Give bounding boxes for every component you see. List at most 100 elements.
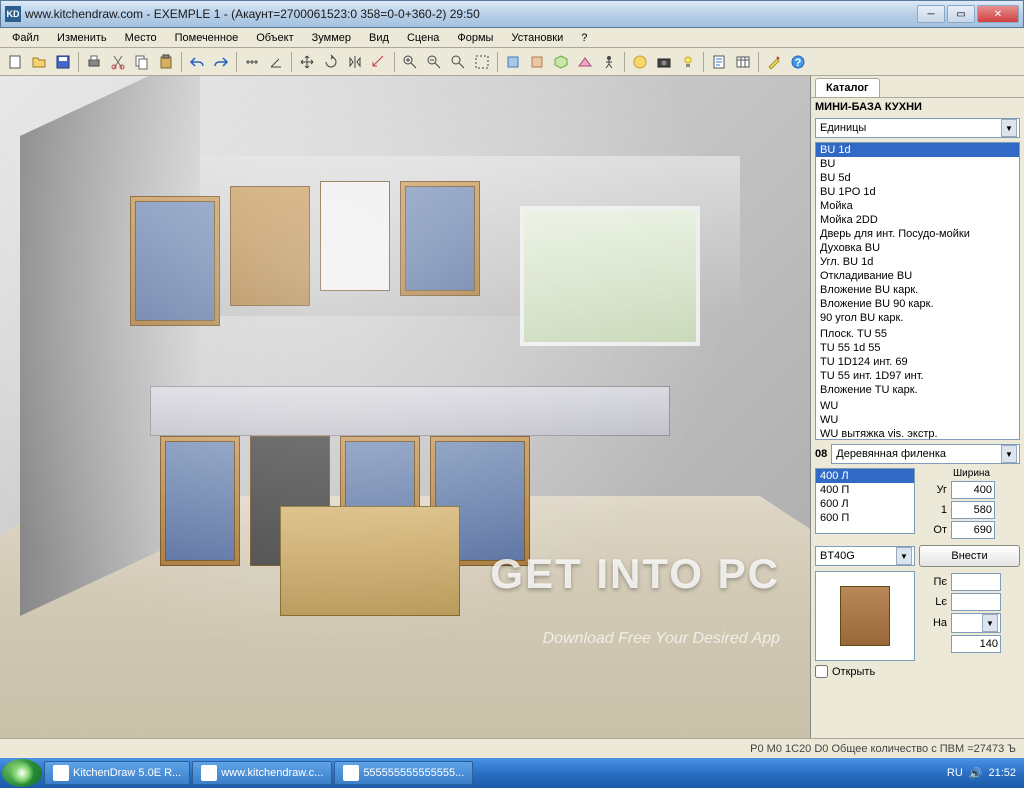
watermark-subtitle: Download Free Your Desired App bbox=[543, 630, 780, 648]
ot-input[interactable] bbox=[951, 521, 995, 539]
list-item[interactable]: Угл. BU 1d bbox=[816, 255, 1019, 269]
zoom-window-icon[interactable] bbox=[471, 51, 493, 73]
table-icon[interactable] bbox=[732, 51, 754, 73]
list-item[interactable]: Мойка 2DD bbox=[816, 213, 1019, 227]
rotate-icon[interactable] bbox=[320, 51, 342, 73]
redo-icon[interactable] bbox=[210, 51, 232, 73]
open-checkbox[interactable] bbox=[815, 665, 828, 678]
list-item[interactable]: Плоск. TU 55 bbox=[816, 327, 1019, 341]
taskbar-item[interactable]: KitchenDraw 5.0E R... bbox=[44, 761, 190, 785]
tray-time[interactable]: 21:52 bbox=[988, 767, 1016, 779]
render-icon[interactable] bbox=[629, 51, 651, 73]
mirror-icon[interactable] bbox=[344, 51, 366, 73]
light-icon[interactable] bbox=[677, 51, 699, 73]
list-item[interactable]: TU 55 1d 55 bbox=[816, 341, 1019, 355]
dimension-icon[interactable] bbox=[368, 51, 390, 73]
menu-вид[interactable]: Вид bbox=[361, 30, 397, 46]
cut-icon[interactable] bbox=[107, 51, 129, 73]
list-item[interactable]: BU 1d bbox=[816, 143, 1019, 157]
size-item[interactable]: 400 П bbox=[816, 483, 914, 497]
view-perspective-icon[interactable] bbox=[574, 51, 596, 73]
menu-объект[interactable]: Объект bbox=[248, 30, 301, 46]
zoom-in-icon[interactable] bbox=[399, 51, 421, 73]
paste-icon[interactable] bbox=[155, 51, 177, 73]
category-dropdown[interactable]: Единицы bbox=[815, 118, 1020, 138]
list-item[interactable]: WU bbox=[816, 399, 1019, 413]
print-icon[interactable] bbox=[83, 51, 105, 73]
list-item[interactable]: WU вытяжка vis. экстр. bbox=[816, 427, 1019, 440]
menu-изменить[interactable]: Изменить bbox=[49, 30, 115, 46]
tab-catalog[interactable]: Каталог bbox=[815, 78, 880, 97]
na-dropdown[interactable] bbox=[951, 613, 1001, 633]
model-code-dropdown[interactable]: BT40G bbox=[815, 546, 915, 566]
taskbar-item[interactable]: 555555555555555... bbox=[334, 761, 473, 785]
open-label: Открыть bbox=[832, 666, 875, 678]
list-item[interactable]: WU bbox=[816, 413, 1019, 427]
list-item[interactable]: Вложение TU карк. bbox=[816, 383, 1019, 397]
preview-thumbnail bbox=[815, 571, 915, 661]
finish-dropdown[interactable]: Деревянная филенка bbox=[831, 444, 1020, 464]
zoom-fit-icon[interactable] bbox=[447, 51, 469, 73]
list-item[interactable]: Дверь для инт. Посудо-мойки bbox=[816, 227, 1019, 241]
size-item[interactable]: 600 П bbox=[816, 511, 914, 525]
list-item[interactable]: Вложение BU карк. bbox=[816, 283, 1019, 297]
view-front-icon[interactable] bbox=[526, 51, 548, 73]
sizes-listbox[interactable]: 400 Л400 П600 Л600 П bbox=[815, 468, 915, 534]
menu-зуммер[interactable]: Зуммер bbox=[304, 30, 359, 46]
l-input[interactable] bbox=[951, 593, 1001, 611]
taskbar-item[interactable]: www.kitchendraw.c... bbox=[192, 761, 332, 785]
maximize-button[interactable]: ▭ bbox=[947, 5, 975, 23]
tray-lang[interactable]: RU bbox=[947, 767, 963, 779]
depth-input[interactable] bbox=[951, 501, 995, 519]
svg-text:?: ? bbox=[795, 57, 802, 69]
close-button[interactable]: ✕ bbox=[977, 5, 1019, 23]
move-icon[interactable] bbox=[296, 51, 318, 73]
size-item[interactable]: 400 Л bbox=[816, 469, 914, 483]
camera-icon[interactable] bbox=[653, 51, 675, 73]
menu-файл[interactable]: Файл bbox=[4, 30, 47, 46]
items-listbox[interactable]: BU 1dBUBU 5dBU 1PO 1dМойкаМойка 2DDДверь… bbox=[815, 142, 1020, 440]
help-icon[interactable]: ? bbox=[787, 51, 809, 73]
menu-сцена[interactable]: Сцена bbox=[399, 30, 447, 46]
menu-формы[interactable]: Формы bbox=[449, 30, 501, 46]
wizard-icon[interactable] bbox=[763, 51, 785, 73]
list-item[interactable]: TU 1D124 инт. 69 bbox=[816, 355, 1019, 369]
estimate-icon[interactable] bbox=[708, 51, 730, 73]
open-icon[interactable] bbox=[28, 51, 50, 73]
tray-network-icon[interactable]: 🔊 bbox=[969, 767, 983, 780]
list-item[interactable]: Духовка BU bbox=[816, 241, 1019, 255]
list-item[interactable]: BU 5d bbox=[816, 171, 1019, 185]
view-3d-icon[interactable] bbox=[550, 51, 572, 73]
undo-icon[interactable] bbox=[186, 51, 208, 73]
minimize-button[interactable]: ─ bbox=[917, 5, 945, 23]
list-item[interactable]: Вложение BU 90 карк. bbox=[816, 297, 1019, 311]
list-item[interactable]: Откладивание BU bbox=[816, 269, 1019, 283]
view-top-icon[interactable] bbox=[502, 51, 524, 73]
list-item[interactable]: BU bbox=[816, 157, 1019, 171]
na-value-input[interactable] bbox=[951, 635, 1001, 653]
menu-помеченное[interactable]: Помеченное bbox=[167, 30, 247, 46]
new-icon[interactable] bbox=[4, 51, 26, 73]
save-icon[interactable] bbox=[52, 51, 74, 73]
walk-icon[interactable] bbox=[598, 51, 620, 73]
menu-?[interactable]: ? bbox=[573, 30, 595, 46]
list-item[interactable]: 90 угол BU карк. bbox=[816, 311, 1019, 325]
p-input[interactable] bbox=[951, 573, 1001, 591]
ug-input[interactable] bbox=[951, 481, 995, 499]
na-label: На bbox=[923, 617, 947, 629]
start-button[interactable] bbox=[2, 759, 42, 787]
copy-icon[interactable] bbox=[131, 51, 153, 73]
measure-icon[interactable] bbox=[241, 51, 263, 73]
size-item[interactable]: 600 Л bbox=[816, 497, 914, 511]
3d-viewport[interactable]: GET INTO PC Download Free Your Desired A… bbox=[0, 76, 810, 738]
window-title: www.kitchendraw.com - EXEMPLE 1 - (Акаун… bbox=[25, 7, 917, 21]
list-item[interactable]: BU 1PO 1d bbox=[816, 185, 1019, 199]
list-item[interactable]: Мойка bbox=[816, 199, 1019, 213]
list-item[interactable]: TU 55 инт. 1D97 инт. bbox=[816, 369, 1019, 383]
apply-button[interactable]: Внести bbox=[919, 545, 1020, 567]
angle-icon[interactable] bbox=[265, 51, 287, 73]
zoom-out-icon[interactable] bbox=[423, 51, 445, 73]
menu-место[interactable]: Место bbox=[117, 30, 165, 46]
system-tray[interactable]: RU 🔊 21:52 bbox=[941, 767, 1022, 780]
menu-установки[interactable]: Установки bbox=[503, 30, 571, 46]
